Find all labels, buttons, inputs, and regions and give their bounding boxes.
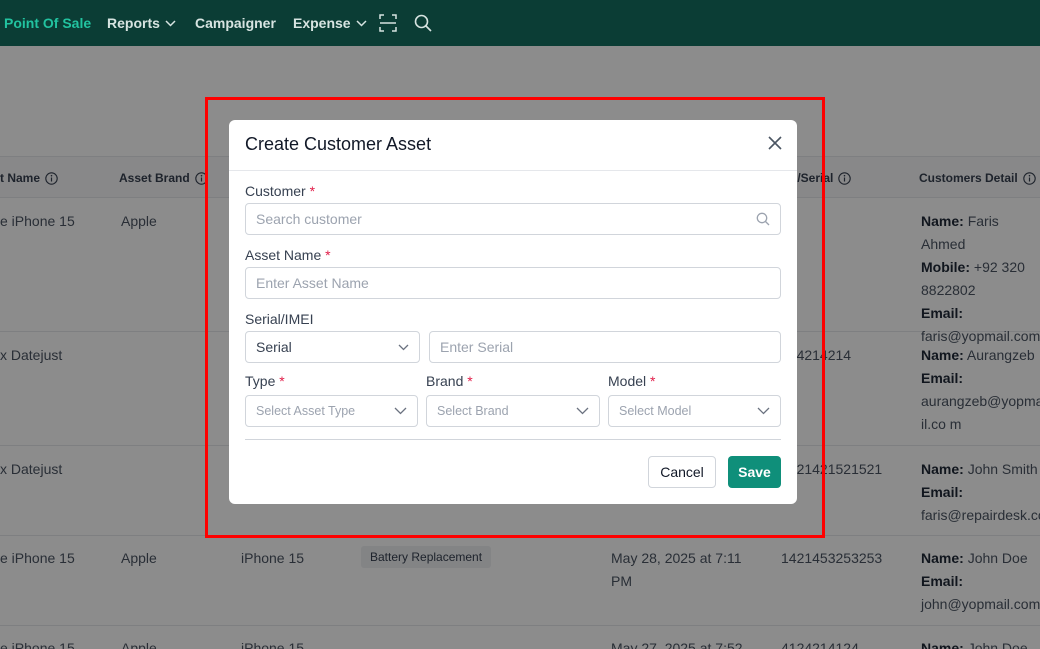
- divider: [229, 170, 797, 171]
- chevron-down-icon: [165, 19, 176, 27]
- top-nav: Point Of Sale Reports Campaigner Expense: [0, 0, 1040, 46]
- chevron-down-icon: [356, 19, 367, 27]
- save-button[interactable]: Save: [728, 456, 781, 488]
- nav-label: Expense: [293, 15, 351, 31]
- nav-campaigner[interactable]: Campaigner: [195, 0, 276, 46]
- brand-select[interactable]: Select Brand: [426, 395, 600, 427]
- divider: [245, 439, 781, 440]
- nav-label: Reports: [107, 15, 160, 31]
- nav-reports[interactable]: Reports: [107, 0, 176, 46]
- asset-type-select[interactable]: Select Asset Type: [245, 395, 418, 427]
- asset-name-label: Asset Name *: [245, 247, 331, 263]
- nav-label: Point Of Sale: [4, 15, 92, 31]
- chevron-down-icon: [576, 407, 589, 415]
- customer-label: Customer *: [245, 183, 316, 199]
- nav-expense[interactable]: Expense: [293, 0, 367, 46]
- chevron-down-icon: [398, 344, 409, 351]
- model-label: Model *: [608, 373, 656, 389]
- model-select[interactable]: Select Model: [608, 395, 781, 427]
- search-icon[interactable]: [414, 0, 432, 46]
- nav-label: Campaigner: [195, 15, 276, 31]
- nav-point-of-sale[interactable]: Point Of Sale: [4, 0, 91, 46]
- brand-label: Brand *: [426, 373, 473, 389]
- cancel-button[interactable]: Cancel: [648, 456, 716, 488]
- chevron-down-icon: [394, 407, 407, 415]
- modal-title: Create Customer Asset: [245, 134, 432, 154]
- asset-name-input[interactable]: Enter Asset Name: [245, 267, 781, 299]
- serial-imei-label: Serial/IMEI: [245, 311, 314, 327]
- chevron-down-icon: [757, 407, 770, 415]
- close-icon[interactable]: [766, 134, 784, 152]
- serial-input[interactable]: Enter Serial: [429, 331, 781, 363]
- serial-type-select[interactable]: Serial: [245, 331, 420, 363]
- search-icon: [756, 212, 770, 226]
- customer-search-input[interactable]: Search customer: [245, 203, 781, 235]
- create-customer-asset-modal: Create Customer Asset Customer * Search …: [229, 120, 797, 504]
- type-label: Type *: [245, 373, 285, 389]
- scan-icon[interactable]: [379, 0, 397, 46]
